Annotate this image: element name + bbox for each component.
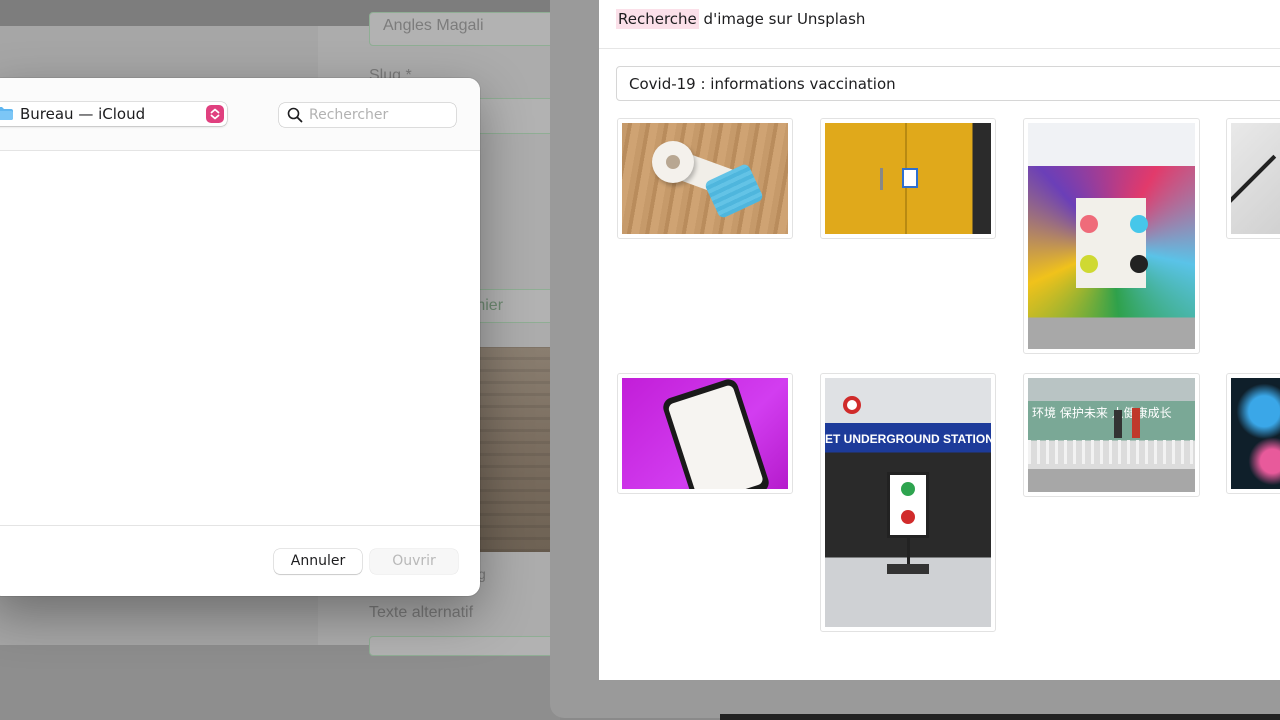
open-button[interactable]: Ouvrir	[370, 549, 458, 574]
image-phone-magenta	[622, 378, 788, 489]
image-neon-lights	[1231, 378, 1280, 489]
image-underground-station: ET UNDERGROUND STATION	[825, 378, 991, 627]
panel-title: Recherche d'image sur Unsplash	[616, 9, 866, 29]
image-result-7[interactable]: 环境 保护未来 人健康成长	[1023, 373, 1200, 497]
image-toilet-paper-mask	[622, 123, 788, 234]
dialog-footer-divider	[0, 525, 480, 526]
file-open-dialog: Bureau — iCloud Annuler Ouvrir	[0, 78, 480, 596]
dialog-search-box[interactable]	[279, 103, 456, 127]
panel-title-highlight: Recherche	[616, 9, 699, 29]
panel-divider	[599, 48, 1280, 49]
alt-text-label: Texte alternatif	[369, 604, 474, 621]
featured-image-preview	[478, 347, 560, 552]
panel-bottom-edge	[720, 714, 1280, 720]
image-pen-paper	[1231, 123, 1280, 234]
image-result-8[interactable]	[1226, 373, 1280, 494]
chevron-up-down-icon	[206, 105, 224, 123]
image-yellow-door	[825, 123, 991, 234]
unsplash-search-input[interactable]	[616, 66, 1280, 101]
folder-icon	[0, 107, 13, 120]
file-browser-area[interactable]	[0, 151, 480, 525]
image-result-2[interactable]	[820, 118, 996, 239]
search-icon	[287, 107, 303, 123]
image-result-3[interactable]	[1023, 118, 1200, 354]
background-bottom-area	[0, 645, 560, 720]
image-result-6[interactable]: ET UNDERGROUND STATION	[820, 373, 996, 632]
author-field: Angles Magali	[369, 12, 569, 46]
image-colorful-wall	[1028, 123, 1195, 349]
dialog-search-input[interactable]	[309, 104, 449, 126]
image-result-1[interactable]	[617, 118, 793, 239]
station-sign-text: ET UNDERGROUND STATION	[825, 432, 991, 446]
image-green-barrier: 环境 保护未来 人健康成长	[1028, 378, 1195, 492]
location-popup-button[interactable]: Bureau — iCloud	[0, 102, 227, 126]
alt-text-field	[369, 636, 569, 656]
location-label: Bureau — iCloud	[20, 105, 146, 123]
unsplash-search-panel: Recherche d'image sur Unsplash ET UNDERG…	[599, 0, 1280, 680]
cancel-button[interactable]: Annuler	[274, 549, 362, 574]
image-result-5[interactable]	[617, 373, 793, 494]
panel-title-rest: d'image sur Unsplash	[698, 10, 866, 28]
barrier-sign-text: 环境 保护未来 人健康成长	[1032, 406, 1172, 420]
image-result-4[interactable]	[1226, 118, 1280, 239]
